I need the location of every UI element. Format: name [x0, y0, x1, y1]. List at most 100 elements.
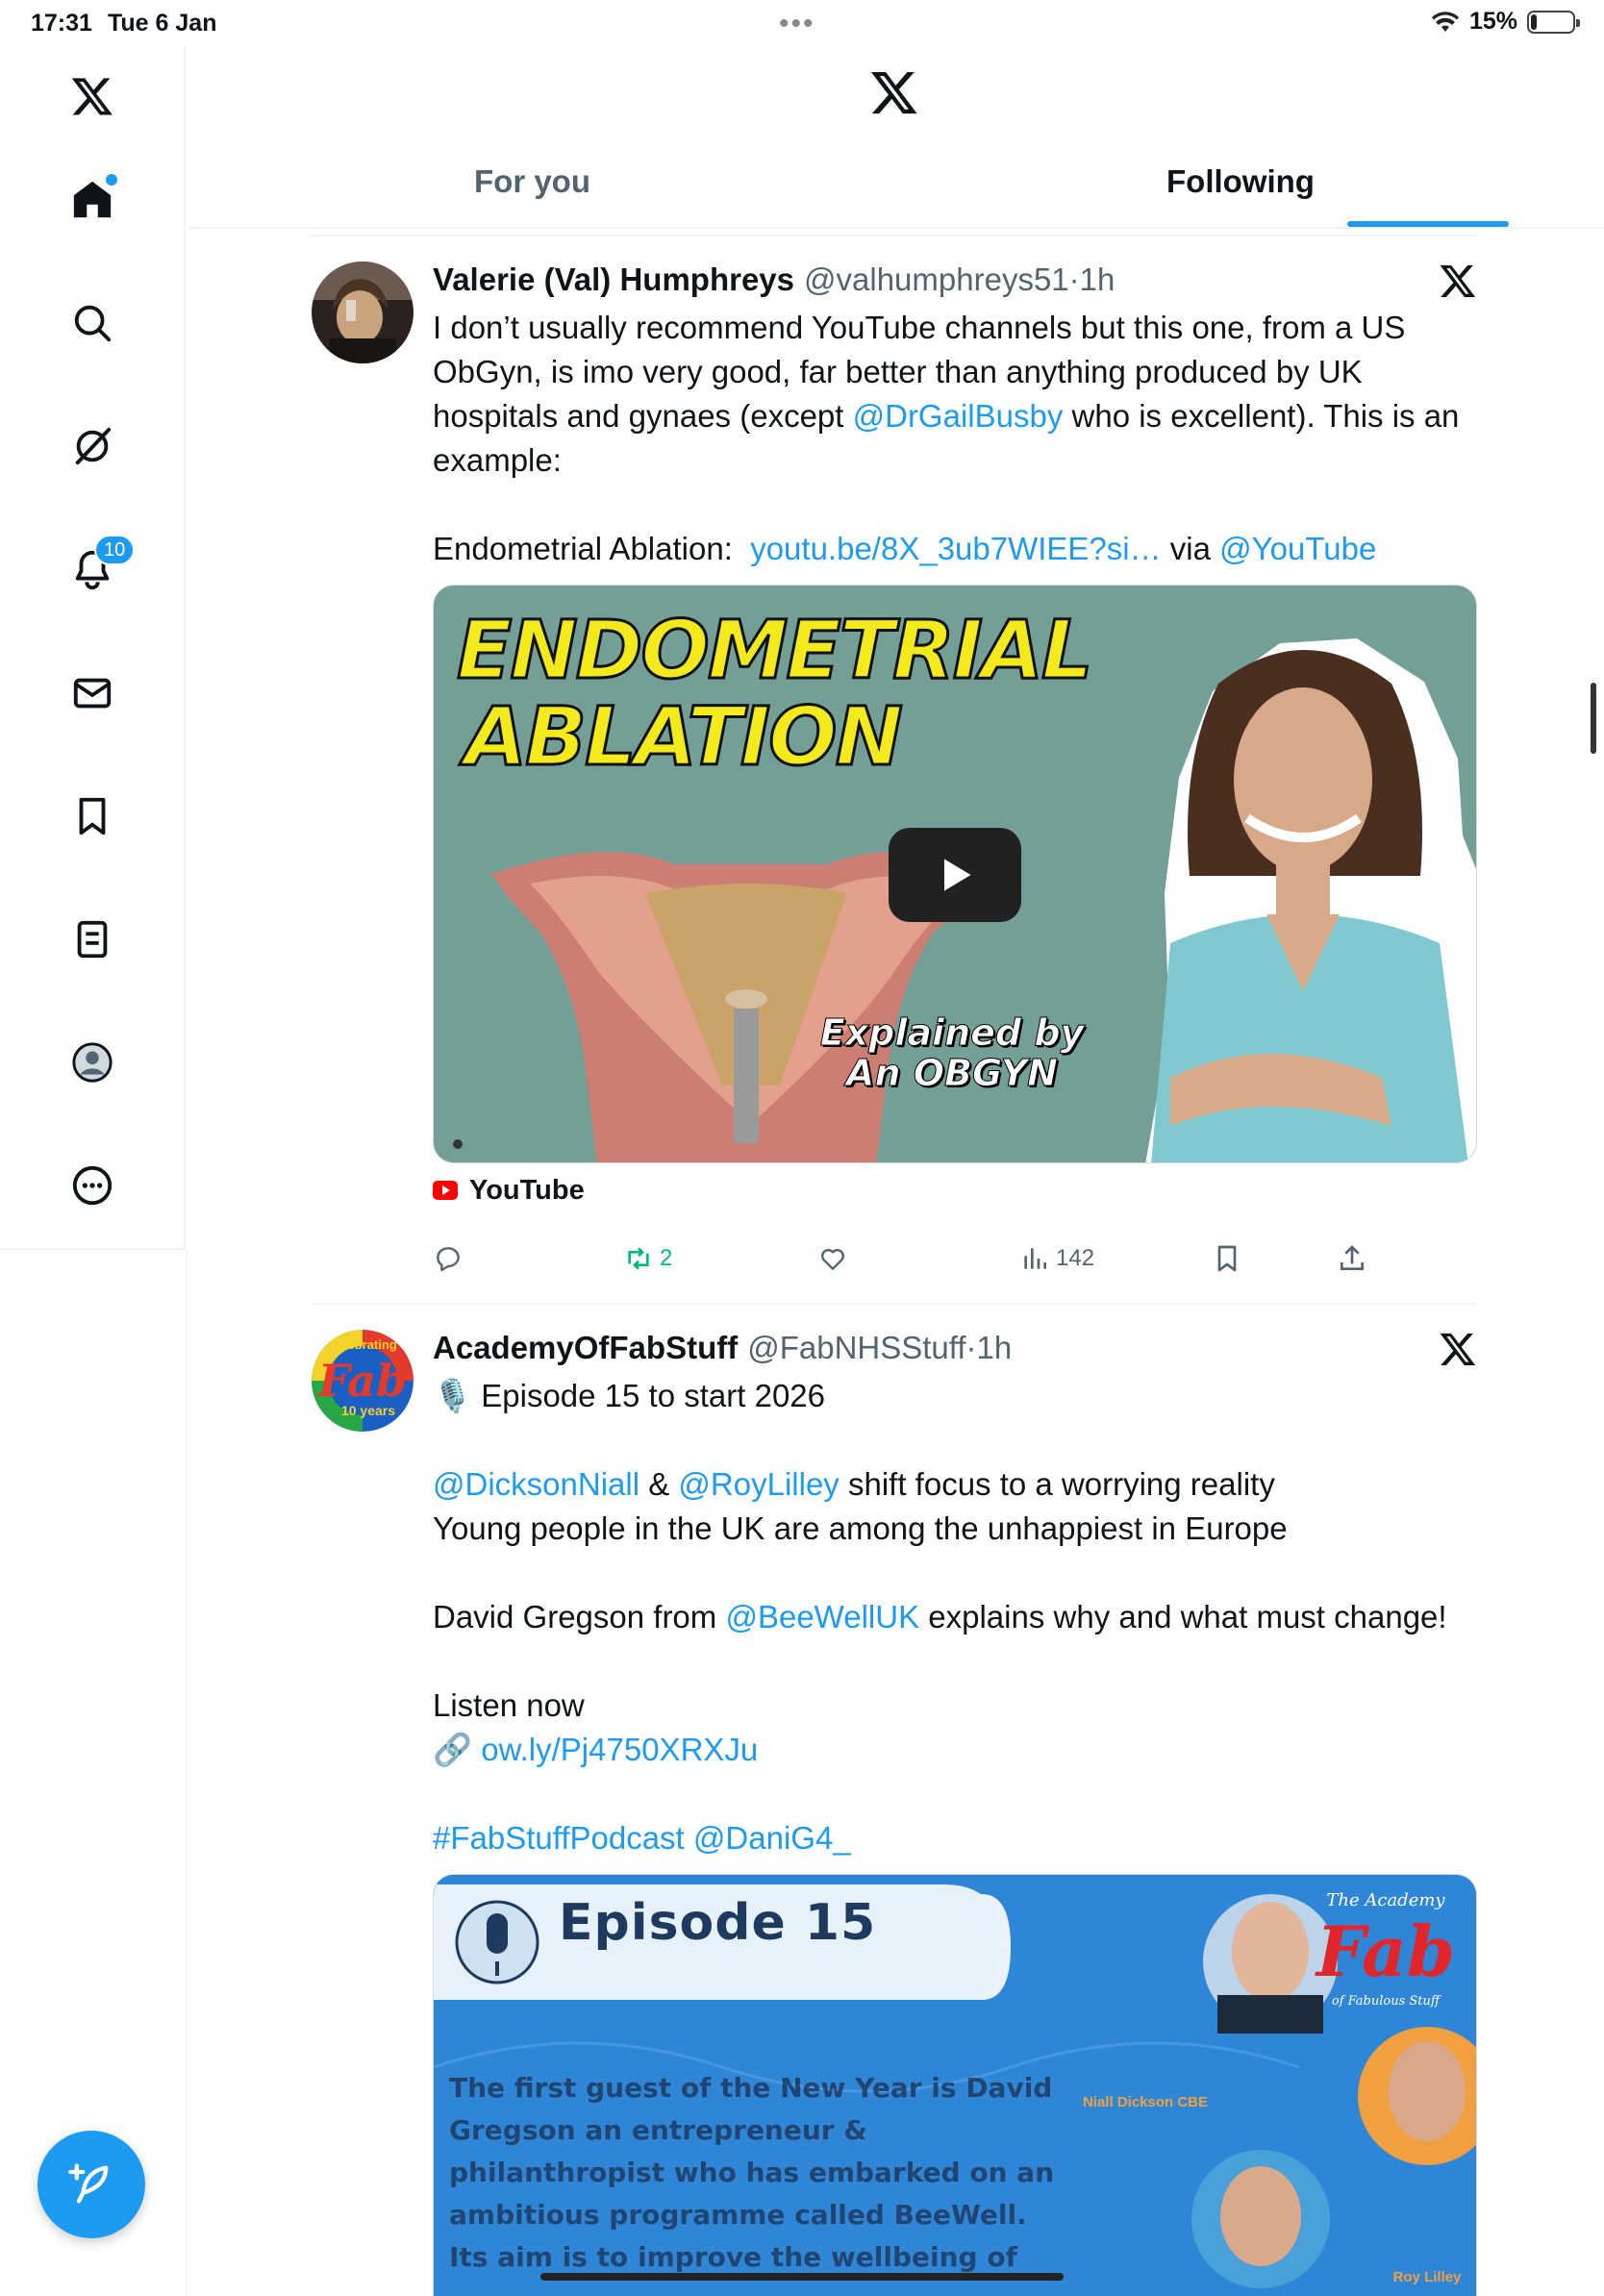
views-count: 142: [1056, 1245, 1095, 1271]
mention-link[interactable]: @DrGailBusby: [853, 398, 1064, 434]
lists-icon[interactable]: [58, 905, 127, 974]
scrollbar[interactable]: [1591, 683, 1596, 754]
active-tab-indicator: [1347, 221, 1509, 227]
tweet-time[interactable]: 1h: [1080, 262, 1115, 298]
repost-button[interactable]: 2: [623, 1243, 672, 1274]
profile-icon[interactable]: [58, 1028, 127, 1097]
views-button[interactable]: 142: [1019, 1243, 1094, 1274]
multitasking-dots-icon[interactable]: •••: [779, 8, 815, 40]
x-logo-icon[interactable]: [58, 62, 127, 131]
card-title: ENDOMETRIAL ABLATION: [456, 603, 1095, 784]
reply-button[interactable]: [433, 1243, 464, 1274]
home-indicator[interactable]: [540, 2273, 1064, 2281]
x-logo-icon: [1440, 264, 1476, 297]
tweet-text-part: Endometrial Ablation:: [433, 531, 751, 566]
tweet-author-name[interactable]: Valerie (Val) Humphreys: [433, 262, 794, 298]
avatar[interactable]: Celebrating Fab 10 years: [312, 1330, 414, 1432]
reply-icon: [437, 1247, 460, 1272]
messages-icon[interactable]: [58, 659, 127, 728]
doctor-photo: [1151, 650, 1468, 1162]
grok-icon[interactable]: [58, 412, 127, 481]
podcast-logo-top: The Academy: [1326, 1890, 1445, 1910]
tweet-text-part: &: [639, 1466, 679, 1502]
tweet-text-part: David Gregson from: [433, 1599, 726, 1635]
more-icon[interactable]: [58, 1151, 127, 1220]
tweet-text-part: shift focus to a worrying reality: [839, 1466, 1275, 1502]
podcast-description: The first guest of the New Year is David…: [449, 2072, 1055, 2273]
url-link[interactable]: youtu.be/8X_3ub7WIEE?si…: [750, 531, 1161, 566]
play-button[interactable]: [889, 828, 1021, 922]
card-title-line: ABLATION: [464, 689, 905, 784]
bookmark-button[interactable]: [1212, 1243, 1242, 1274]
header-x-logo-icon[interactable]: [869, 67, 919, 117]
wifi-icon: [1431, 11, 1459, 32]
podcast-logo-main: Fab: [1316, 1910, 1456, 1992]
guest-label: Niall Dickson CBE: [1082, 2094, 1209, 2110]
avatar-text-top: Celebrating: [328, 1337, 397, 1352]
tweet-body: AcademyOfFabStuff @FabNHSStuff · 1h 🎙️ E…: [433, 1330, 1477, 2296]
card-source[interactable]: YouTube: [433, 1173, 1477, 1208]
mention-link[interactable]: @DicksonNiall: [433, 1466, 639, 1502]
tweet-body: Valerie (Val) Humphreys @valhumphreys51 …: [433, 262, 1477, 1208]
notifications-icon[interactable]: 10: [58, 535, 136, 604]
tweet-text-part: via: [1161, 531, 1220, 566]
bookmark-icon: [1217, 1245, 1237, 1272]
x-logo-icon: [1440, 1333, 1476, 1365]
youtube-card-thumbnail[interactable]: ENDOMETRIAL ABLATION Explained by An OBG…: [433, 585, 1477, 1163]
tweet-author-handle[interactable]: @FabNHSStuff: [747, 1330, 965, 1366]
mention-link[interactable]: @BeeWellUK: [725, 1599, 919, 1635]
tweet-author-handle[interactable]: @valhumphreys51: [804, 262, 1069, 298]
podcast-episode-title: Episode 15: [559, 1894, 877, 1952]
status-bar: 17:31 Tue 6 Jan ••• 15%: [0, 0, 1604, 46]
divider: [312, 1303, 1477, 1305]
mention-link[interactable]: @DaniG4_: [693, 1820, 851, 1856]
card-title-line: ENDOMETRIAL: [456, 603, 1095, 697]
bookmarks-icon[interactable]: [58, 782, 127, 851]
like-button[interactable]: [817, 1243, 848, 1274]
tweet-text-part: explains why and what must change!: [919, 1599, 1447, 1635]
timeline-tabs: For you Following: [188, 154, 1604, 229]
tweet-text-line: 🔗 ow.ly/Pj4750XRXJu: [433, 1728, 1477, 1772]
avatar[interactable]: [312, 262, 414, 363]
repost-icon: [628, 1247, 649, 1270]
mention-link[interactable]: @RoyLilley: [678, 1466, 839, 1502]
tweet-header: Valerie (Val) Humphreys @valhumphreys51 …: [433, 262, 1477, 304]
tweet-actions: 2 142: [433, 1235, 1477, 1283]
status-date: Tue 6 Jan: [108, 10, 217, 37]
hashtag-link[interactable]: #FabStuffPodcast: [433, 1820, 685, 1856]
search-icon[interactable]: [58, 288, 127, 358]
link-emoji-icon: 🔗: [433, 1732, 482, 1767]
card-caption-line: Explained by: [819, 1011, 1085, 1054]
tweet-text: I don’t usually recommend YouTube channe…: [433, 306, 1477, 483]
notifications-badge: 10: [94, 535, 136, 565]
podcast-logo-sub: of Fabulous Stuff: [1331, 1994, 1441, 2009]
status-time: 17:31: [31, 10, 92, 37]
share-icon: [1341, 1245, 1364, 1270]
sidebar: 10: [0, 46, 186, 1250]
tweet-author-name[interactable]: AcademyOfFabStuff: [433, 1330, 738, 1366]
card-caption-line: An OBGYN: [846, 1052, 1059, 1094]
tweet-text-line: #FabStuffPodcast @DaniG4_: [433, 1816, 1477, 1860]
guest-label: Roy Lilley: [1392, 2269, 1462, 2285]
avatar-text-sub: 10 years: [340, 1403, 396, 1418]
tab-following[interactable]: Following: [1166, 163, 1315, 200]
divider: [312, 235, 1477, 237]
tweet-text-line: 🎙️ Episode 15 to start 2026: [433, 1378, 826, 1413]
status-right: 15%: [1431, 8, 1580, 36]
youtube-icon: [433, 1181, 458, 1200]
home-unread-dot: [106, 174, 117, 186]
repost-count: 2: [660, 1245, 673, 1271]
tweet-text-line: Listen now: [433, 1687, 585, 1723]
home-icon[interactable]: [58, 164, 127, 234]
mention-link[interactable]: @YouTube: [1219, 531, 1376, 566]
podcast-image[interactable]: Episode 15 The first guest of the New Ye…: [433, 1874, 1477, 2296]
battery-icon: [1527, 10, 1580, 34]
url-link[interactable]: ow.ly/Pj4750XRXJu: [481, 1732, 758, 1767]
tweet-separator: ·: [1068, 262, 1080, 297]
views-icon: [1024, 1248, 1046, 1269]
tweet-time[interactable]: 1h: [977, 1330, 1013, 1366]
sidebar-border: [186, 1250, 188, 2296]
compose-button[interactable]: [38, 2131, 145, 2238]
share-button[interactable]: [1337, 1243, 1367, 1274]
tab-for-you[interactable]: For you: [474, 163, 590, 200]
